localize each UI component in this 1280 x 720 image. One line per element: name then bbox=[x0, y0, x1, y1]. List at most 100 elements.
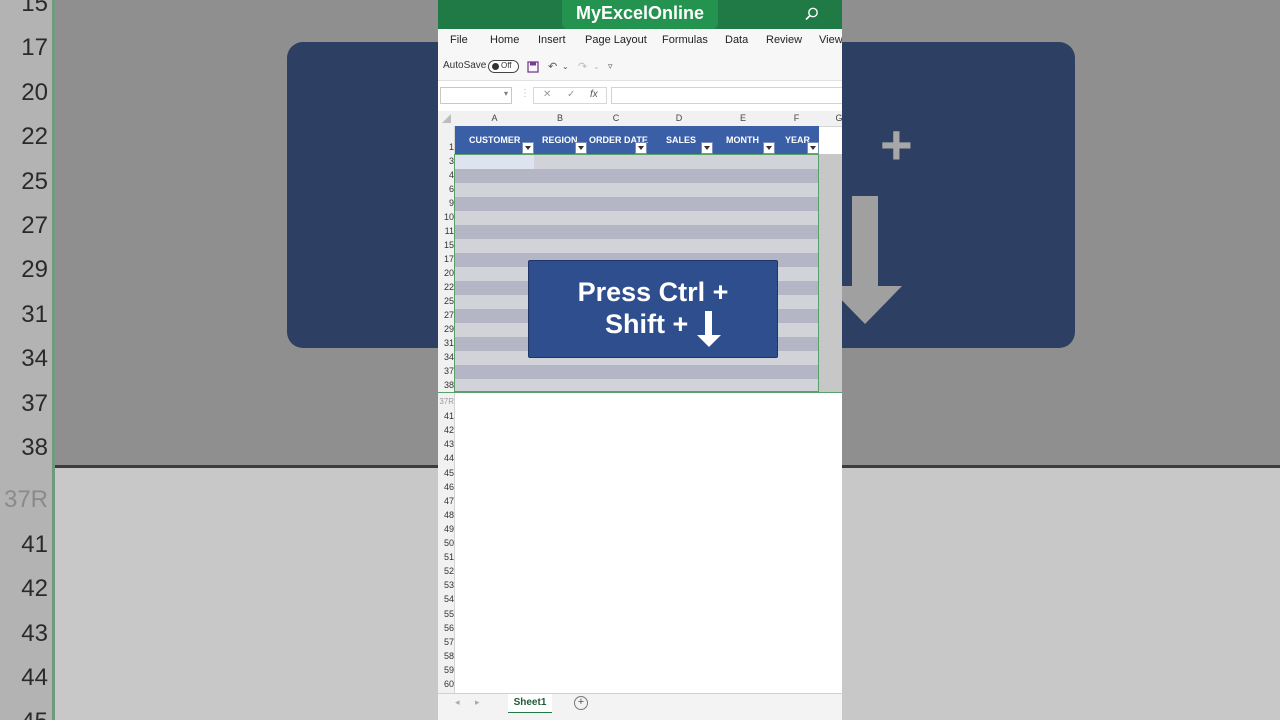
row-header[interactable]: 59 bbox=[438, 665, 454, 679]
undo-icon[interactable]: ↶ bbox=[548, 60, 557, 73]
row-header[interactable]: 11 bbox=[438, 226, 454, 240]
year-filter-icon[interactable] bbox=[807, 142, 819, 154]
row-header[interactable]: 4 bbox=[438, 170, 454, 184]
row-header[interactable]: 3 bbox=[438, 156, 454, 170]
customer-filter-icon[interactable] bbox=[522, 142, 534, 154]
row-header[interactable]: 17 bbox=[438, 254, 454, 268]
row-header[interactable]: 47 bbox=[438, 496, 454, 510]
column-headers: A B C D E F G bbox=[438, 111, 842, 127]
column-header-d[interactable]: D bbox=[646, 113, 712, 123]
prev-sheet-icon[interactable]: ◂ bbox=[455, 697, 460, 708]
row-header[interactable]: 27 bbox=[438, 310, 454, 324]
row-header[interactable]: 60 bbox=[438, 679, 454, 693]
table-row[interactable] bbox=[455, 169, 819, 183]
tab-view[interactable]: View bbox=[819, 34, 842, 46]
background-row-number: 15 bbox=[21, 0, 48, 17]
table-row[interactable] bbox=[455, 239, 819, 253]
column-header-b[interactable]: B bbox=[534, 113, 586, 123]
overlay-line2: Shift + bbox=[605, 309, 689, 339]
table-row[interactable] bbox=[455, 225, 819, 239]
row-header[interactable]: 56 bbox=[438, 623, 454, 637]
background-row-number: 27 bbox=[21, 212, 48, 239]
row-header[interactable]: 51 bbox=[438, 552, 454, 566]
tab-home[interactable]: Home bbox=[490, 34, 519, 46]
row-header[interactable]: 45 bbox=[438, 468, 454, 482]
toggle-state-label: Off bbox=[501, 61, 512, 70]
row-header[interactable]: 31 bbox=[438, 338, 454, 352]
sheet-tab-sheet1[interactable]: Sheet1 bbox=[508, 694, 552, 714]
background-row-number: 38 bbox=[21, 434, 48, 461]
column-header-c[interactable]: C bbox=[586, 113, 646, 123]
row-header[interactable]: 34 bbox=[438, 352, 454, 366]
tab-insert[interactable]: Insert bbox=[538, 34, 566, 46]
redo-dropdown-icon[interactable]: ⌄ bbox=[593, 62, 600, 71]
enter-icon[interactable]: ✓ bbox=[567, 89, 575, 100]
name-box-dropdown-icon[interactable]: ▾ bbox=[504, 89, 508, 98]
sales-filter-icon[interactable] bbox=[701, 142, 713, 154]
header-customer: CUSTOMER bbox=[469, 135, 521, 145]
undo-dropdown-icon[interactable]: ⌄ bbox=[562, 62, 569, 71]
ribbon-tabs: File Home Insert Page Layout Formulas Da… bbox=[438, 29, 842, 53]
table-row[interactable] bbox=[455, 197, 819, 211]
column-header-f[interactable]: F bbox=[774, 113, 819, 123]
row-header[interactable]: 37R bbox=[438, 397, 454, 411]
insert-function-icon[interactable]: fx bbox=[590, 89, 598, 100]
autosave-label: AutoSave bbox=[443, 60, 487, 71]
column-header-e[interactable]: E bbox=[712, 113, 774, 123]
tab-file[interactable]: File bbox=[450, 34, 468, 46]
active-cell[interactable] bbox=[455, 155, 534, 169]
row-header[interactable]: 48 bbox=[438, 510, 454, 524]
row-header[interactable]: 25 bbox=[438, 296, 454, 310]
redo-icon[interactable]: ↷ bbox=[578, 60, 587, 73]
tab-page-layout[interactable]: Page Layout bbox=[585, 34, 647, 46]
row-header[interactable]: 37 bbox=[438, 366, 454, 380]
tab-formulas[interactable]: Formulas bbox=[662, 34, 708, 46]
next-sheet-icon[interactable]: ▸ bbox=[475, 697, 480, 708]
month-filter-icon[interactable] bbox=[763, 142, 775, 154]
table-row[interactable] bbox=[455, 155, 819, 169]
row-header[interactable]: 52 bbox=[438, 566, 454, 580]
row-header[interactable]: 46 bbox=[438, 482, 454, 496]
background-row-number: 20 bbox=[21, 78, 48, 106]
row-header[interactable]: 10 bbox=[438, 212, 454, 226]
row-header[interactable]: 20 bbox=[438, 268, 454, 282]
row-header-1[interactable]: 1 bbox=[438, 142, 454, 156]
save-icon[interactable] bbox=[527, 61, 539, 73]
order-date-filter-icon[interactable] bbox=[635, 142, 647, 154]
row-header[interactable]: 55 bbox=[438, 609, 454, 623]
row-header[interactable]: 54 bbox=[438, 594, 454, 608]
tab-review[interactable]: Review bbox=[766, 34, 802, 46]
row-header[interactable]: 53 bbox=[438, 580, 454, 594]
background-row-number: 31 bbox=[21, 300, 48, 328]
row-header[interactable]: 15 bbox=[438, 240, 454, 254]
search-icon[interactable] bbox=[804, 6, 820, 22]
region-filter-icon[interactable] bbox=[575, 142, 587, 154]
cancel-icon[interactable]: ✕ bbox=[543, 89, 551, 100]
name-box[interactable]: ▾ bbox=[440, 87, 512, 104]
row-header[interactable]: 44 bbox=[438, 453, 454, 467]
row-header[interactable]: 42 bbox=[438, 425, 454, 439]
row-header[interactable]: 41 bbox=[438, 411, 454, 425]
autosave-toggle[interactable]: Off bbox=[488, 60, 519, 73]
row-header[interactable]: 29 bbox=[438, 324, 454, 338]
customize-toolbar-icon[interactable]: ▿ bbox=[608, 61, 613, 72]
column-header-g[interactable]: G bbox=[834, 113, 842, 123]
add-sheet-icon[interactable]: + bbox=[574, 696, 588, 710]
row-header[interactable]: 22 bbox=[438, 282, 454, 296]
row-header[interactable]: 50 bbox=[438, 538, 454, 552]
table-header-row: CUSTOMER REGION ORDER DATE SALES MONTH Y… bbox=[455, 126, 819, 154]
table-row[interactable] bbox=[455, 379, 819, 393]
table-row[interactable] bbox=[455, 211, 819, 225]
tab-data[interactable]: Data bbox=[725, 34, 748, 46]
column-header-a[interactable]: A bbox=[455, 113, 534, 123]
row-header[interactable]: 58 bbox=[438, 651, 454, 665]
row-header[interactable]: 9 bbox=[438, 198, 454, 212]
table-row[interactable] bbox=[455, 365, 819, 379]
formula-input[interactable] bbox=[611, 87, 842, 104]
row-header[interactable]: 6 bbox=[438, 184, 454, 198]
row-header[interactable]: 49 bbox=[438, 524, 454, 538]
table-row[interactable] bbox=[455, 183, 819, 197]
row-header[interactable]: 57 bbox=[438, 637, 454, 651]
row-header[interactable]: 43 bbox=[438, 439, 454, 453]
select-all-corner[interactable] bbox=[442, 114, 451, 123]
